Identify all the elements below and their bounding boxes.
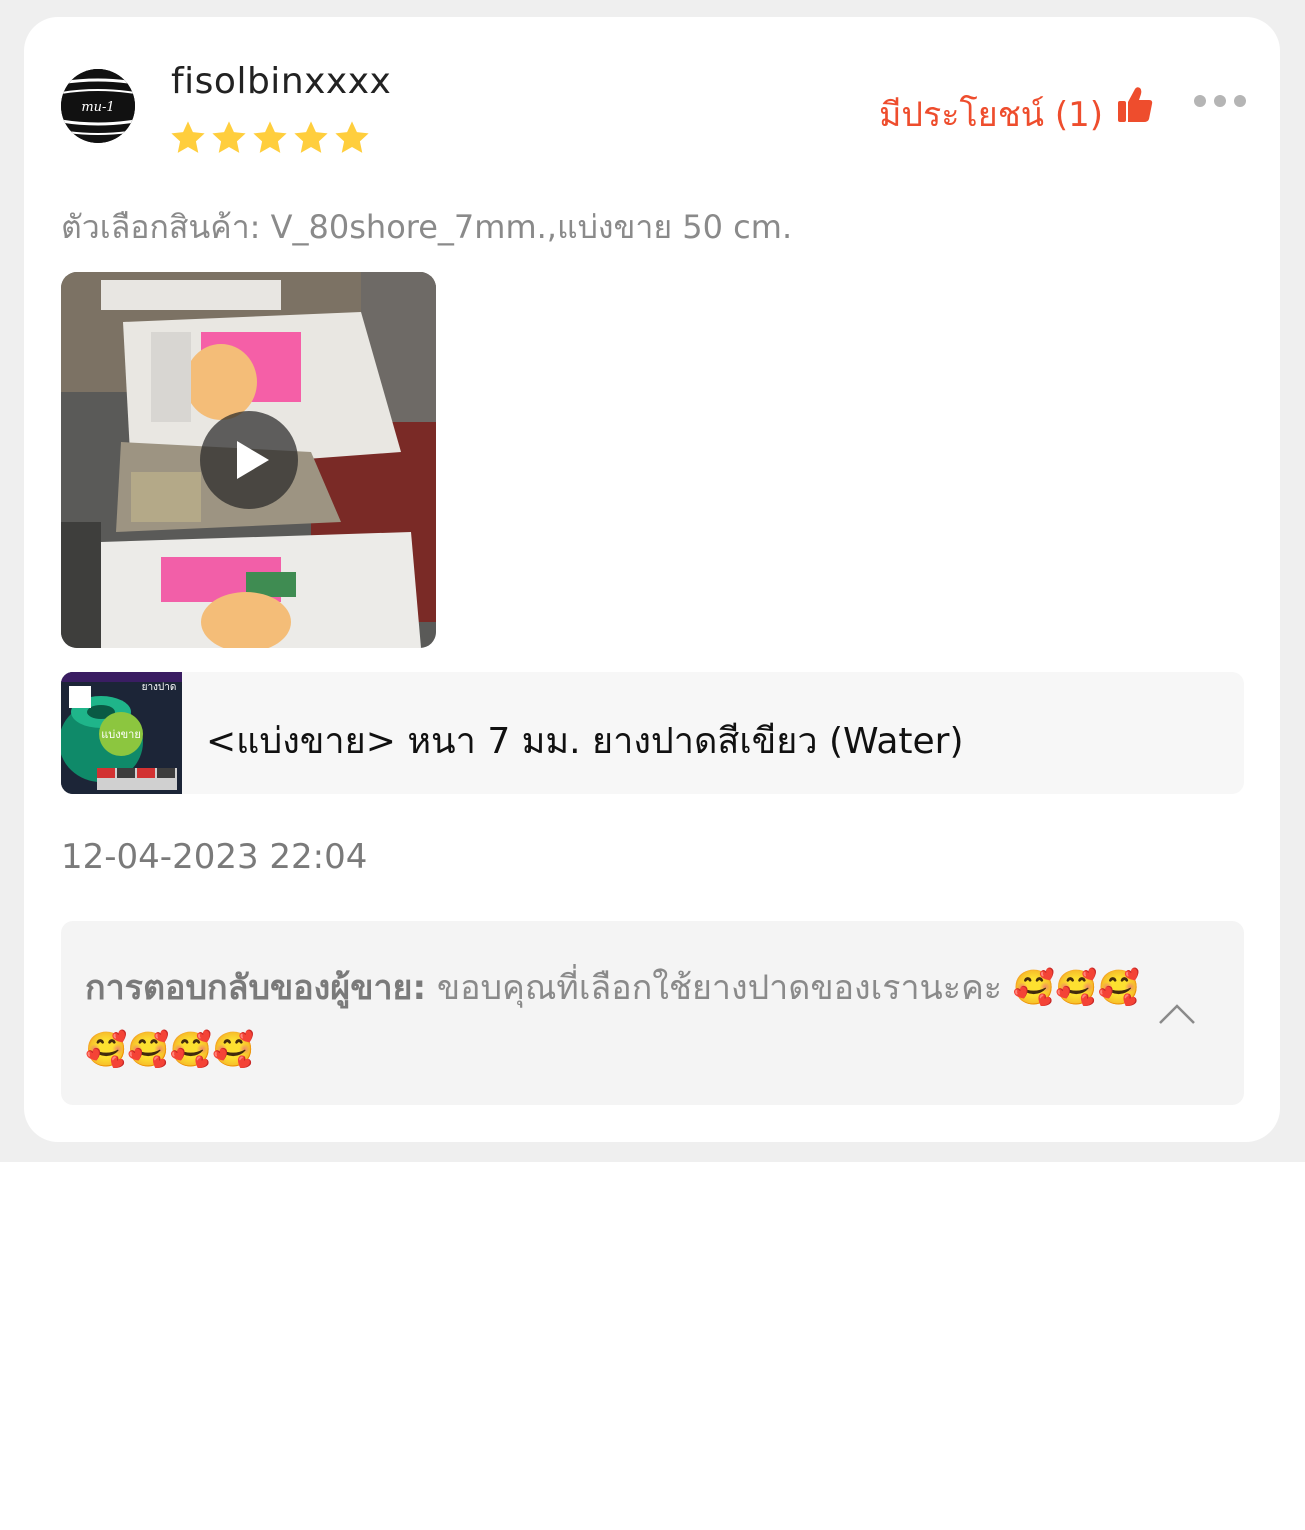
play-icon (237, 441, 269, 479)
product-variation: ตัวเลือกสินค้า: V_80shore_7mm.,แบ่งขาย 5… (61, 208, 793, 246)
play-button[interactable] (200, 411, 298, 509)
star-icon (253, 121, 287, 153)
svg-text:mu-1: mu-1 (81, 100, 114, 115)
product-thumb-badge: แบ่งขาย (101, 728, 141, 741)
star-icon (171, 121, 205, 153)
product-link[interactable]: แบ่งขาย ยางปาด <แบ่งขาย> หนา 7 มม. ยางปา… (61, 672, 1244, 794)
seller-reply-text: การตอบกลับของผู้ขาย: ขอบคุณที่เลือกใช้ยา… (85, 957, 1145, 1081)
chevron-up-icon[interactable] (1158, 1003, 1196, 1025)
review-card: mu-1 fisolbinxxxx มีประโยชน์ (1) ตัวเลือ… (24, 17, 1280, 1142)
seller-reply[interactable]: การตอบกลับของผู้ขาย: ขอบคุณที่เลือกใช้ยา… (61, 921, 1244, 1105)
avatar[interactable]: mu-1 (61, 69, 135, 143)
review-video[interactable] (61, 272, 436, 648)
more-options-icon[interactable] (1192, 93, 1248, 109)
seller-reply-label: การตอบกลับของผู้ขาย: (85, 968, 427, 1008)
star-icon (294, 121, 328, 153)
rating-stars (169, 119, 371, 157)
star-icon (335, 121, 369, 153)
reviewer-name: fisolbinxxxx (171, 61, 392, 102)
product-thumb-title: ยางปาด (142, 682, 177, 693)
product-thumbnail: แบ่งขาย ยางปาด (61, 672, 182, 794)
product-name: <แบ่งขาย> หนา 7 มม. ยางปาดสีเขียว (Water… (206, 721, 964, 762)
star-icon (212, 121, 246, 153)
thumbs-up-icon[interactable] (1117, 86, 1153, 124)
helpful-label[interactable]: มีประโยชน์ (1) (879, 87, 1103, 141)
review-timestamp: 12-04-2023 22:04 (61, 837, 368, 877)
